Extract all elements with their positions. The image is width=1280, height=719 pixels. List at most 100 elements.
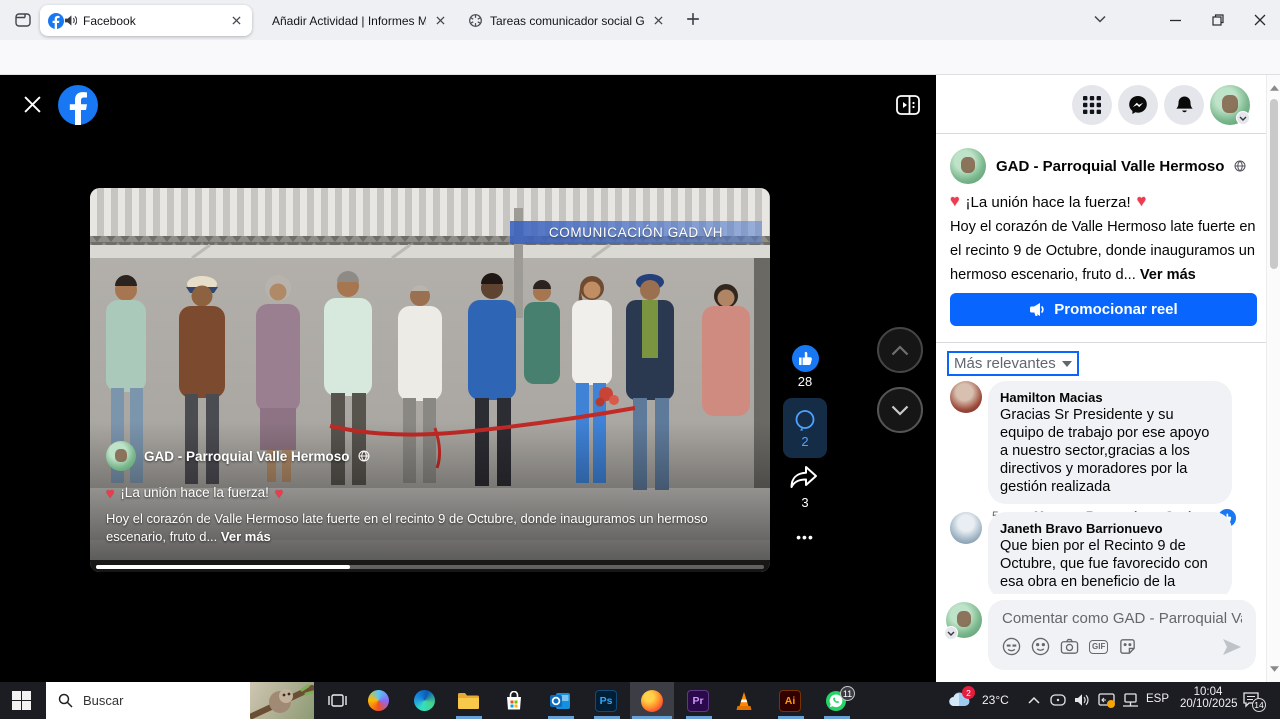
video-progress-bar[interactable] [96, 565, 764, 569]
reel-video[interactable]: COMUNICACIÓN GAD VH GAD - Parroquial Val… [90, 188, 770, 572]
comment-author[interactable]: Hamilton Macias [1000, 389, 1220, 406]
video-intro-text: ¡La unión hace la fuerza! [120, 484, 269, 502]
comment-bubble[interactable]: Janeth Bravo Barrionuevo Que bien por el… [988, 512, 1232, 599]
tab-facebook[interactable]: Facebook [40, 5, 252, 36]
camera-icon[interactable] [1060, 637, 1079, 656]
close-viewer-icon[interactable] [24, 96, 41, 113]
comment-input[interactable]: Comentar como GAD - Parroquial Vall... [1002, 610, 1242, 627]
language-indicator[interactable]: ESP [1146, 693, 1169, 705]
apps-menu-button[interactable] [1072, 85, 1112, 125]
composer-box[interactable]: Comentar como GAD - Parroquial Vall... G… [988, 600, 1256, 670]
bell-icon [1175, 95, 1194, 115]
composer-avatar-wrap[interactable] [946, 602, 982, 638]
clock[interactable]: 10:04 20/10/2025 [1180, 686, 1236, 710]
window-minimize-button[interactable] [1170, 19, 1182, 22]
taskbar-premiere-icon[interactable]: Pr [676, 682, 720, 719]
video-page-name[interactable]: GAD - Parroquial Valle Hermoso [144, 449, 350, 464]
temperature-label[interactable]: 23°C [982, 693, 1009, 707]
network-icon[interactable] [1122, 693, 1139, 707]
list-all-tabs-button[interactable] [1094, 15, 1106, 23]
page-avatar[interactable] [950, 148, 986, 184]
taskbar-edge-icon[interactable] [402, 682, 446, 719]
notification-center-icon[interactable]: 14 [1242, 691, 1260, 708]
account-button[interactable] [1210, 85, 1250, 125]
send-icon[interactable] [1222, 638, 1242, 656]
teamviewer-tray-icon[interactable] [1098, 693, 1115, 707]
notification-count-badge: 14 [1252, 698, 1266, 712]
weather-tray-icon[interactable]: 2 [948, 690, 972, 708]
commenter-avatar[interactable] [950, 381, 982, 413]
search-box[interactable]: Buscar [46, 682, 314, 719]
sort-comments-dropdown[interactable]: Más relevantes [947, 351, 1079, 376]
tab-audio-icon[interactable] [64, 14, 77, 27]
scrollbar-thumb[interactable] [1270, 99, 1278, 269]
video-intro-row: ♥ ¡La unión hace la fuerza! ♥ [106, 484, 283, 502]
more-options-button[interactable]: ••• [783, 529, 827, 545]
window-restore-button[interactable] [1212, 14, 1224, 26]
comment-button[interactable]: 2 [783, 398, 827, 458]
taskbar-outlook-icon[interactable] [538, 682, 582, 719]
scroll-down-icon[interactable] [1270, 666, 1279, 672]
tray-expand-icon[interactable] [1028, 696, 1040, 704]
share-button[interactable] [789, 465, 819, 491]
facebook-logo[interactable] [58, 85, 98, 125]
commenter-avatar[interactable] [950, 512, 982, 544]
tab-close-icon[interactable] [432, 13, 448, 29]
tab-close-icon[interactable] [650, 13, 666, 29]
composer-icons-row: GIF [1002, 637, 1242, 656]
browser-toolbar: www.facebook.com/reel/1326010485580046 S [0, 40, 1280, 75]
tab-title: Tareas comunicador social GAD [490, 14, 644, 28]
collapse-comments-icon[interactable] [896, 95, 920, 115]
reel-viewer: COMUNICACIÓN GAD VH GAD - Parroquial Val… [0, 75, 936, 682]
emoji-icon[interactable] [1031, 637, 1050, 656]
taskbar-vlc-icon[interactable] [722, 682, 766, 719]
volume-icon[interactable] [1074, 693, 1090, 707]
avatar-sticker-icon[interactable] [1002, 637, 1021, 656]
gif-icon[interactable]: GIF [1089, 640, 1108, 654]
comment-bubble[interactable]: Hamilton Macias Gracias Sr Presidente y … [988, 381, 1232, 504]
window-close-button[interactable] [1254, 14, 1266, 26]
taskbar-photoshop-icon[interactable]: Ps [584, 682, 628, 719]
taskbar-copilot-icon[interactable] [356, 682, 400, 719]
heart-icon: ♥ [1137, 193, 1147, 211]
taskbar-whatsapp-icon[interactable]: 11 [814, 682, 858, 719]
account-chevron-badge [1236, 111, 1250, 125]
page-scrollbar[interactable] [1266, 75, 1280, 682]
video-page-row[interactable]: GAD - Parroquial Valle Hermoso [106, 441, 370, 471]
promote-reel-button[interactable]: Promocionar reel [950, 293, 1257, 326]
share-count: 3 [783, 495, 827, 510]
like-button[interactable] [792, 345, 819, 372]
page-header-row[interactable]: GAD - Parroquial Valle Hermoso [950, 148, 1246, 184]
next-reel-button[interactable] [877, 387, 923, 433]
start-button[interactable] [12, 691, 31, 710]
messenger-button[interactable] [1118, 85, 1158, 125]
taskbar-explorer-icon[interactable] [446, 682, 490, 719]
new-tab-button[interactable] [686, 12, 700, 26]
search-icon [58, 693, 73, 708]
comment-author[interactable]: Janeth Bravo Barrionuevo [1000, 520, 1220, 537]
comment-bubble-icon [793, 408, 817, 432]
page-avatar[interactable] [106, 441, 136, 471]
scroll-up-icon[interactable] [1270, 85, 1279, 91]
previous-reel-button[interactable] [877, 327, 923, 373]
messenger-icon [1128, 95, 1148, 115]
taskbar-illustrator-icon[interactable]: Ai [768, 682, 812, 719]
sticker-icon[interactable] [1118, 637, 1137, 656]
comment-count: 2 [801, 434, 808, 449]
taskbar-store-icon[interactable] [492, 682, 536, 719]
see-more-link[interactable]: Ver más [221, 529, 271, 544]
firefox-view-button[interactable] [12, 10, 34, 30]
composer-chevron-badge[interactable] [944, 626, 958, 640]
see-more-link[interactable]: Ver más [1140, 267, 1196, 283]
notifications-button[interactable] [1164, 85, 1204, 125]
video-caption[interactable]: Hoy el corazón de Valle Hermoso late fue… [106, 510, 758, 546]
task-view-button[interactable] [328, 691, 347, 710]
tab-informes[interactable]: Añadir Actividad | Informes Mensua [258, 5, 456, 36]
tab-tareas[interactable]: Tareas comunicador social GAD [460, 5, 674, 36]
tray-meet-icon[interactable] [1050, 693, 1066, 707]
sort-comments-label: Más relevantes [954, 355, 1056, 372]
comment-item: Janeth Bravo Barrionuevo Que bien por el… [950, 512, 1232, 599]
tab-close-icon[interactable] [228, 13, 244, 29]
page-name[interactable]: GAD - Parroquial Valle Hermoso [996, 158, 1224, 175]
taskbar-firefox-icon[interactable] [630, 682, 674, 719]
